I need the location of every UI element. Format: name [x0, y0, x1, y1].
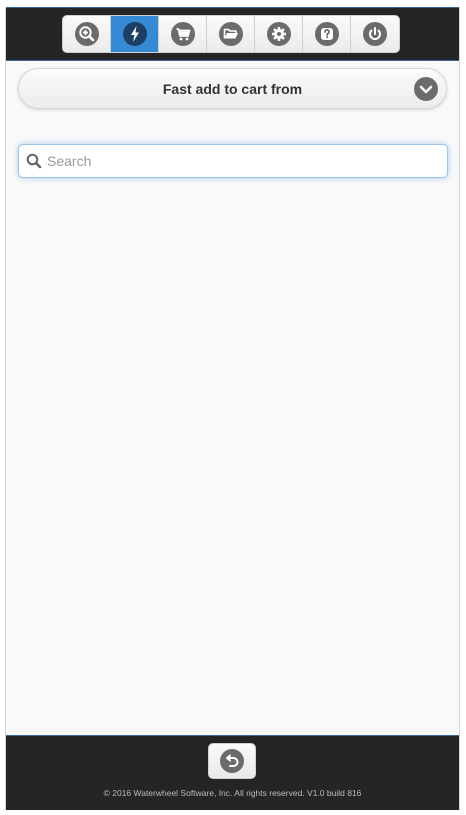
nav-fast-add-button[interactable] [111, 16, 159, 52]
copyright-text: © 2016 Waterwheel Software, Inc. All rig… [103, 788, 362, 798]
back-button[interactable] [208, 743, 256, 779]
nav-zoom-button[interactable] [63, 16, 111, 52]
fast-add-section-toggle[interactable]: Fast add to cart from [18, 68, 447, 109]
folder-open-icon [218, 22, 243, 46]
search-input[interactable] [47, 146, 447, 176]
cart-icon [170, 22, 195, 46]
chevron-down-icon [414, 77, 438, 101]
nav-cart-button[interactable] [159, 16, 207, 52]
app-frame: Fast add to cart from © 2016 Waterwheel … [5, 7, 460, 810]
search-icon [26, 153, 42, 169]
header-bar [6, 7, 459, 61]
zoom-in-icon [74, 22, 99, 46]
nav-logout-button[interactable] [351, 16, 399, 52]
search-box [18, 144, 448, 178]
power-icon [363, 22, 387, 46]
nav-help-button[interactable] [303, 16, 351, 52]
footer-bar: © 2016 Waterwheel Software, Inc. All rig… [6, 735, 459, 810]
back-arrow-icon [220, 749, 244, 773]
main-navbar [62, 15, 400, 53]
nav-folder-button[interactable] [207, 16, 255, 52]
gear-icon [266, 22, 291, 46]
section-title: Fast add to cart from [162, 80, 303, 97]
lightning-icon [122, 22, 147, 46]
help-icon [314, 22, 339, 46]
nav-settings-button[interactable] [255, 16, 303, 52]
